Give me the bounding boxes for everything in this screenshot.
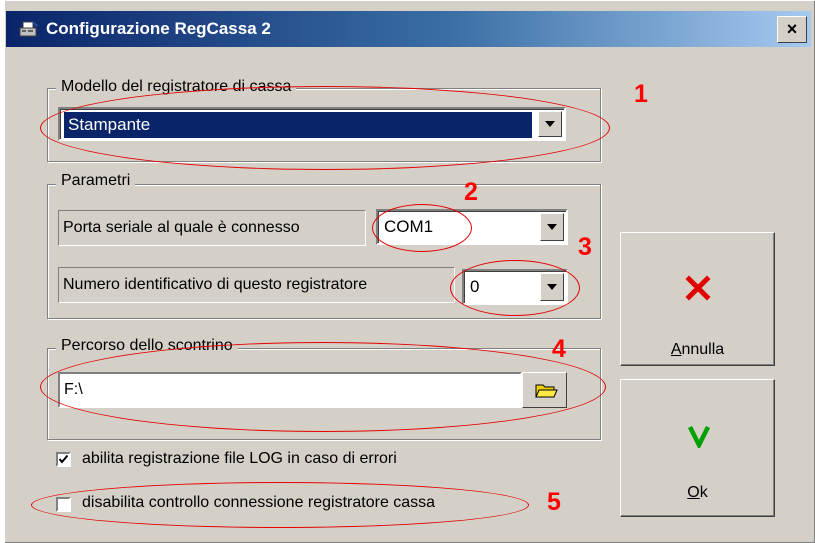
annotation-number-3: 3 <box>578 233 592 261</box>
close-button[interactable]: × <box>777 16 807 43</box>
annotation-number-1: 1 <box>634 80 648 108</box>
numero-dropdown-arrow-icon[interactable] <box>540 273 564 301</box>
connessione-checkbox-label[interactable]: disabilita controllo connessione registr… <box>82 494 435 512</box>
percorso-input[interactable]: F:\ <box>58 372 522 408</box>
numero-value: 0 <box>470 277 480 296</box>
porta-value: COM1 <box>384 217 434 236</box>
porta-label: Porta seriale al quale è connesso <box>58 210 366 246</box>
annotation-number-5: 5 <box>547 488 561 516</box>
modello-dropdown-arrow-icon[interactable] <box>538 111 562 137</box>
porta-combo[interactable]: COM1 <box>376 209 568 245</box>
app-icon <box>19 21 38 37</box>
ok-label: Ok <box>687 484 708 501</box>
modello-group-label: Modello del registratore di cassa <box>56 78 297 96</box>
ok-button[interactable]: Ok <box>620 379 775 517</box>
annotation-number-2: 2 <box>464 178 478 206</box>
browse-button[interactable] <box>522 372 567 408</box>
porta-dropdown-arrow-icon[interactable] <box>540 213 564 241</box>
log-checkbox[interactable] <box>56 452 71 467</box>
numero-label: Numero identificativo di questo registra… <box>58 267 455 303</box>
v-icon <box>687 425 711 448</box>
folder-icon <box>535 384 558 398</box>
modello-combo[interactable]: Stampante <box>58 107 566 141</box>
annulla-button[interactable]: Annulla <box>620 232 775 366</box>
annotation-number-4: 4 <box>552 335 566 363</box>
window-title: Configurazione RegCassa 2 <box>46 19 271 38</box>
numero-combo[interactable]: 0 <box>462 269 568 305</box>
parametri-group-label: Parametri <box>56 172 136 190</box>
x-icon <box>685 275 711 301</box>
log-checkbox-label[interactable]: abilita registrazione file LOG in caso d… <box>82 450 397 468</box>
checkmark-icon <box>58 454 69 464</box>
connessione-checkbox[interactable] <box>56 497 71 512</box>
modello-selected-value: Stampante <box>64 112 532 138</box>
title-bar[interactable]: Configurazione RegCassa 2 × <box>6 11 811 47</box>
annulla-label: Annulla <box>670 341 725 358</box>
percorso-group-label: Percorso dello scontrino <box>56 337 238 355</box>
